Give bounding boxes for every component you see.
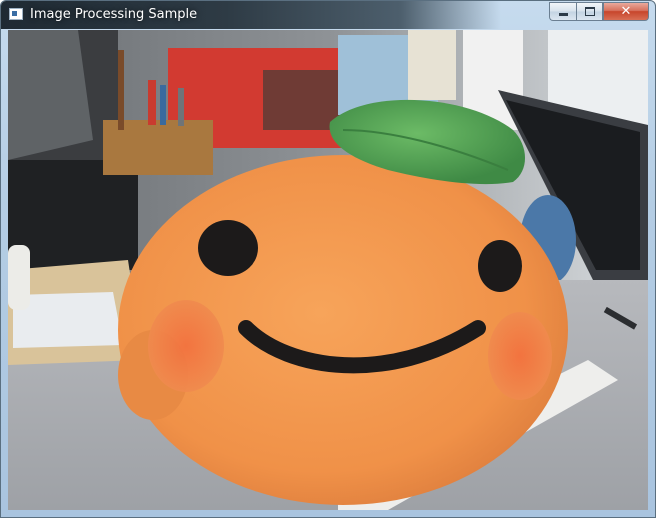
app-window-icon-inner xyxy=(12,11,17,16)
eye-left xyxy=(198,220,258,276)
title-bar[interactable]: Image Processing Sample ✕ xyxy=(1,1,655,29)
camera-frame xyxy=(8,30,648,510)
app-window: Image Processing Sample ✕ xyxy=(0,0,656,518)
monitor-left xyxy=(8,30,93,160)
camera-image-view[interactable] xyxy=(8,30,648,510)
minimize-button[interactable] xyxy=(549,2,576,21)
window-title: Image Processing Sample xyxy=(30,7,198,22)
white-roll xyxy=(8,245,30,310)
cheek-left xyxy=(148,300,224,392)
wall-paper xyxy=(408,30,456,100)
pen-blue xyxy=(160,85,166,125)
ruler xyxy=(118,50,124,130)
pen-red xyxy=(148,80,156,125)
maximize-icon xyxy=(584,7,595,16)
close-button[interactable]: ✕ xyxy=(603,2,649,21)
minimize-icon xyxy=(558,13,568,16)
close-icon: ✕ xyxy=(620,4,632,19)
maximize-button[interactable] xyxy=(576,2,603,21)
pen-grey xyxy=(178,88,184,126)
app-window-icon[interactable] xyxy=(9,8,23,20)
cheek-right xyxy=(488,312,552,400)
eye-right xyxy=(478,240,522,292)
caption-buttons: ✕ xyxy=(549,2,649,21)
